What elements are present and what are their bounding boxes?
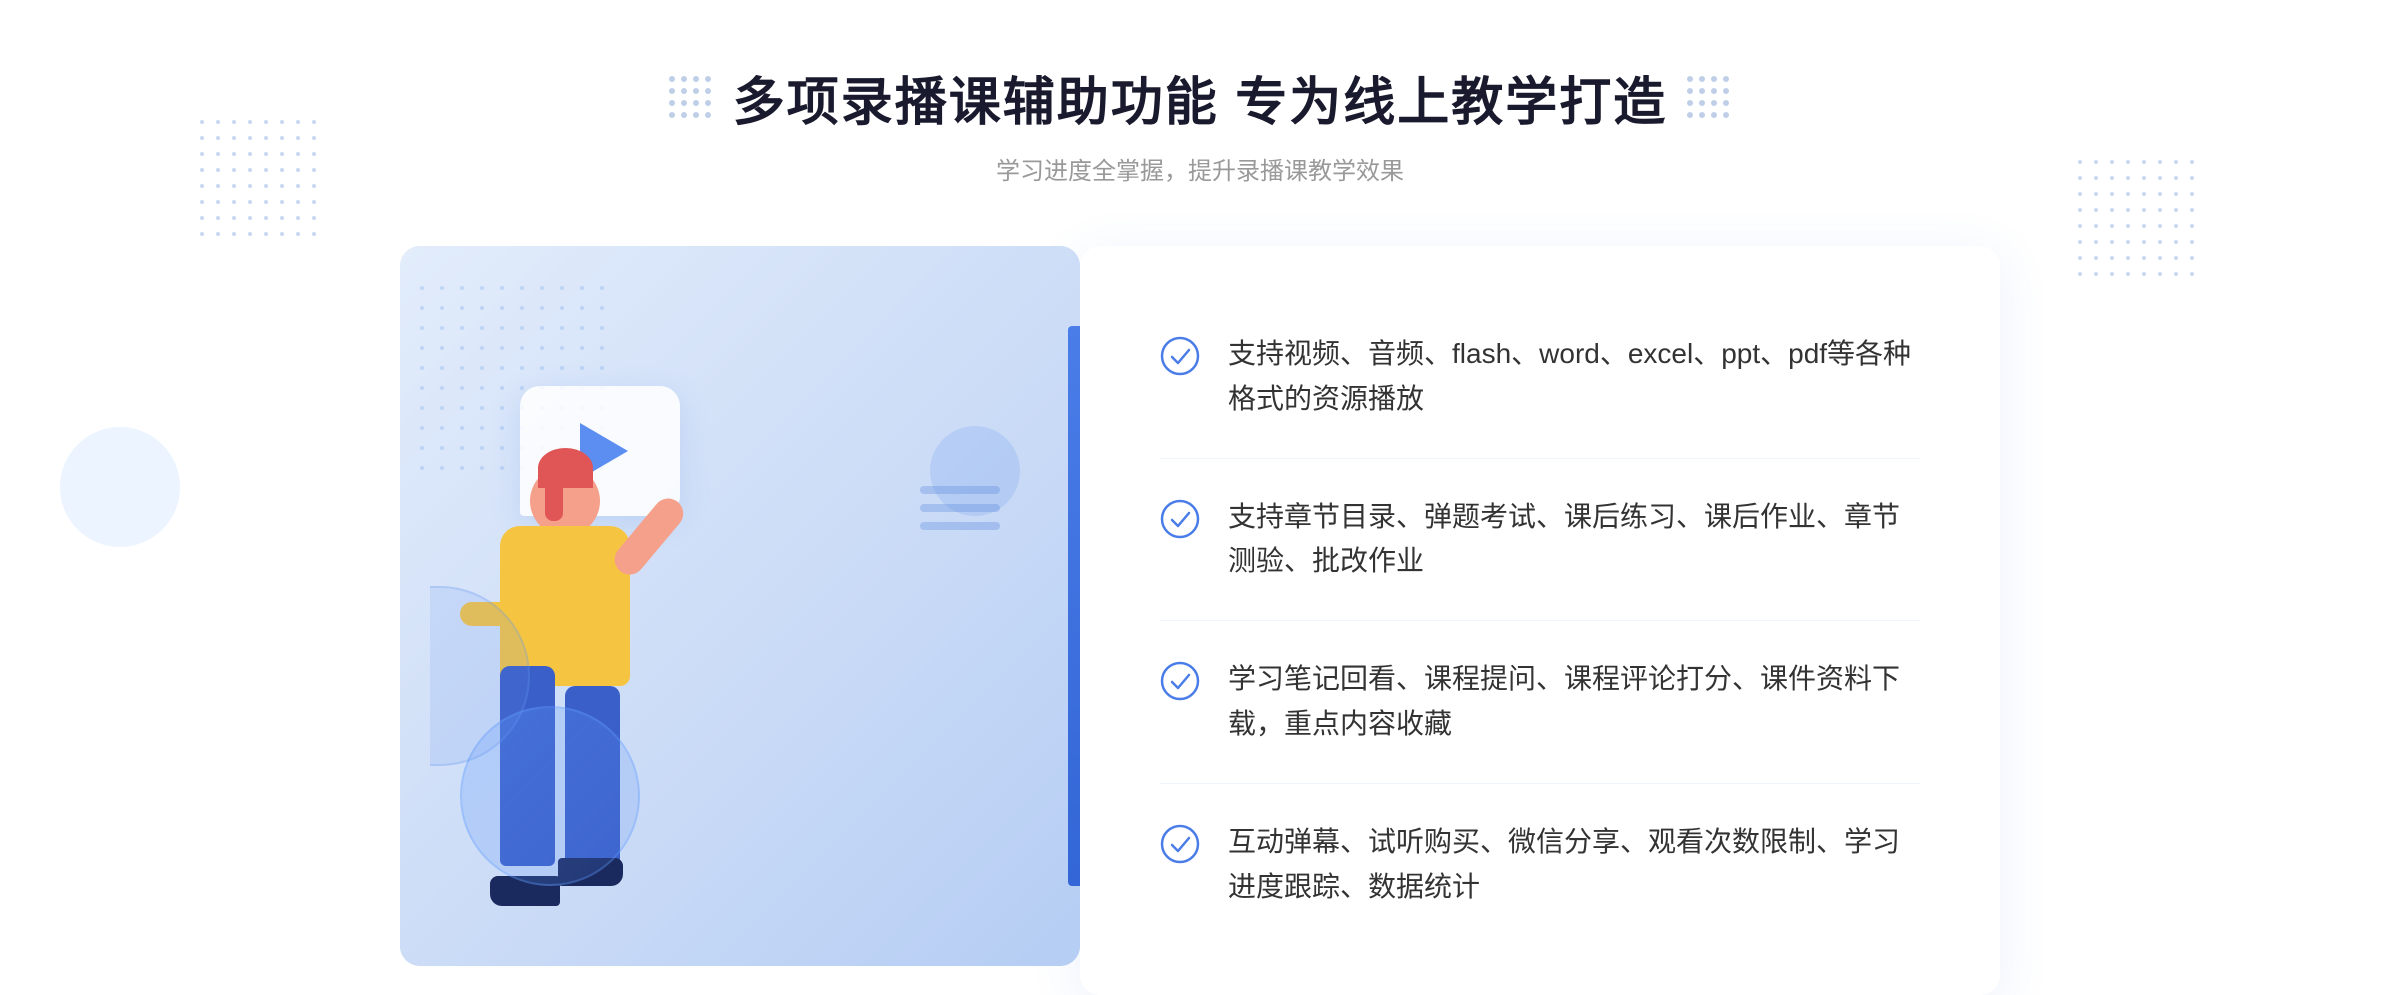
- person-ponytail: [545, 466, 563, 521]
- header-section: document.currentScript.insertAdjacentHTM…: [669, 60, 1731, 186]
- feature-text-1: 支持视频、音频、flash、word、excel、ppt、pdf等各种格式的资源…: [1228, 332, 1920, 422]
- left-grid-decorator: document.currentScript.insertAdjacentHTM…: [669, 76, 713, 120]
- right-feature-panel: 支持视频、音频、flash、word、excel、ppt、pdf等各种格式的资源…: [1080, 246, 2000, 995]
- feature-item-3: 学习笔记回看、课程提问、课程评论打分、课件资料下载，重点内容收藏: [1160, 621, 1920, 784]
- line-dec-2: [920, 504, 1000, 512]
- check-icon-3: [1160, 661, 1200, 701]
- lines-decoration: [920, 486, 1000, 530]
- header-decorators: document.currentScript.insertAdjacentHTM…: [669, 60, 1731, 135]
- bg-dots-top-right: document.currentScript.insertAdjacentHTM…: [2078, 160, 2200, 282]
- line-dec-1: [920, 486, 1000, 494]
- feature-item-1: 支持视频、音频、flash、word、excel、ppt、pdf等各种格式的资源…: [1160, 296, 1920, 459]
- check-icon-1: [1160, 336, 1200, 376]
- feature-text-3: 学习笔记回看、课程提问、课程评论打分、课件资料下载，重点内容收藏: [1228, 657, 1920, 747]
- check-icon-2: [1160, 499, 1200, 539]
- feature-text-2: 支持章节目录、弹题考试、课后练习、课后作业、章节测验、批改作业: [1228, 495, 1920, 585]
- bg-dots-top-left: document.currentScript.insertAdjacentHTM…: [200, 120, 322, 242]
- check-icon-4: [1160, 824, 1200, 864]
- feature-text-4: 互动弹幕、试听购买、微信分享、观看次数限制、学习进度跟踪、数据统计: [1228, 820, 1920, 910]
- page-wrapper: document.currentScript.insertAdjacentHTM…: [0, 0, 2400, 974]
- content-area: document.currentScript.insertAdjacentHTM…: [400, 246, 2000, 995]
- line-dec-3: [920, 522, 1000, 530]
- left-illustration-panel: document.currentScript.insertAdjacentHTM…: [400, 246, 1080, 966]
- feature-item-4: 互动弹幕、试听购买、微信分享、观看次数限制、学习进度跟踪、数据统计: [1160, 784, 1920, 946]
- blue-accent-bar: [1068, 326, 1080, 886]
- bg-circle-decoration: [60, 427, 180, 547]
- main-title: 多项录播课辅助功能 专为线上教学打造: [733, 60, 1667, 135]
- feature-item-2: 支持章节目录、弹题考试、课后练习、课后作业、章节测验、批改作业: [1160, 459, 1920, 622]
- left-panel-inner: document.currentScript.insertAdjacentHTM…: [400, 246, 1080, 966]
- right-grid-decorator: document.currentScript.insertAdjacentHTM…: [1687, 76, 1731, 120]
- sub-title: 学习进度全掌握，提升录播课教学效果: [669, 151, 1731, 186]
